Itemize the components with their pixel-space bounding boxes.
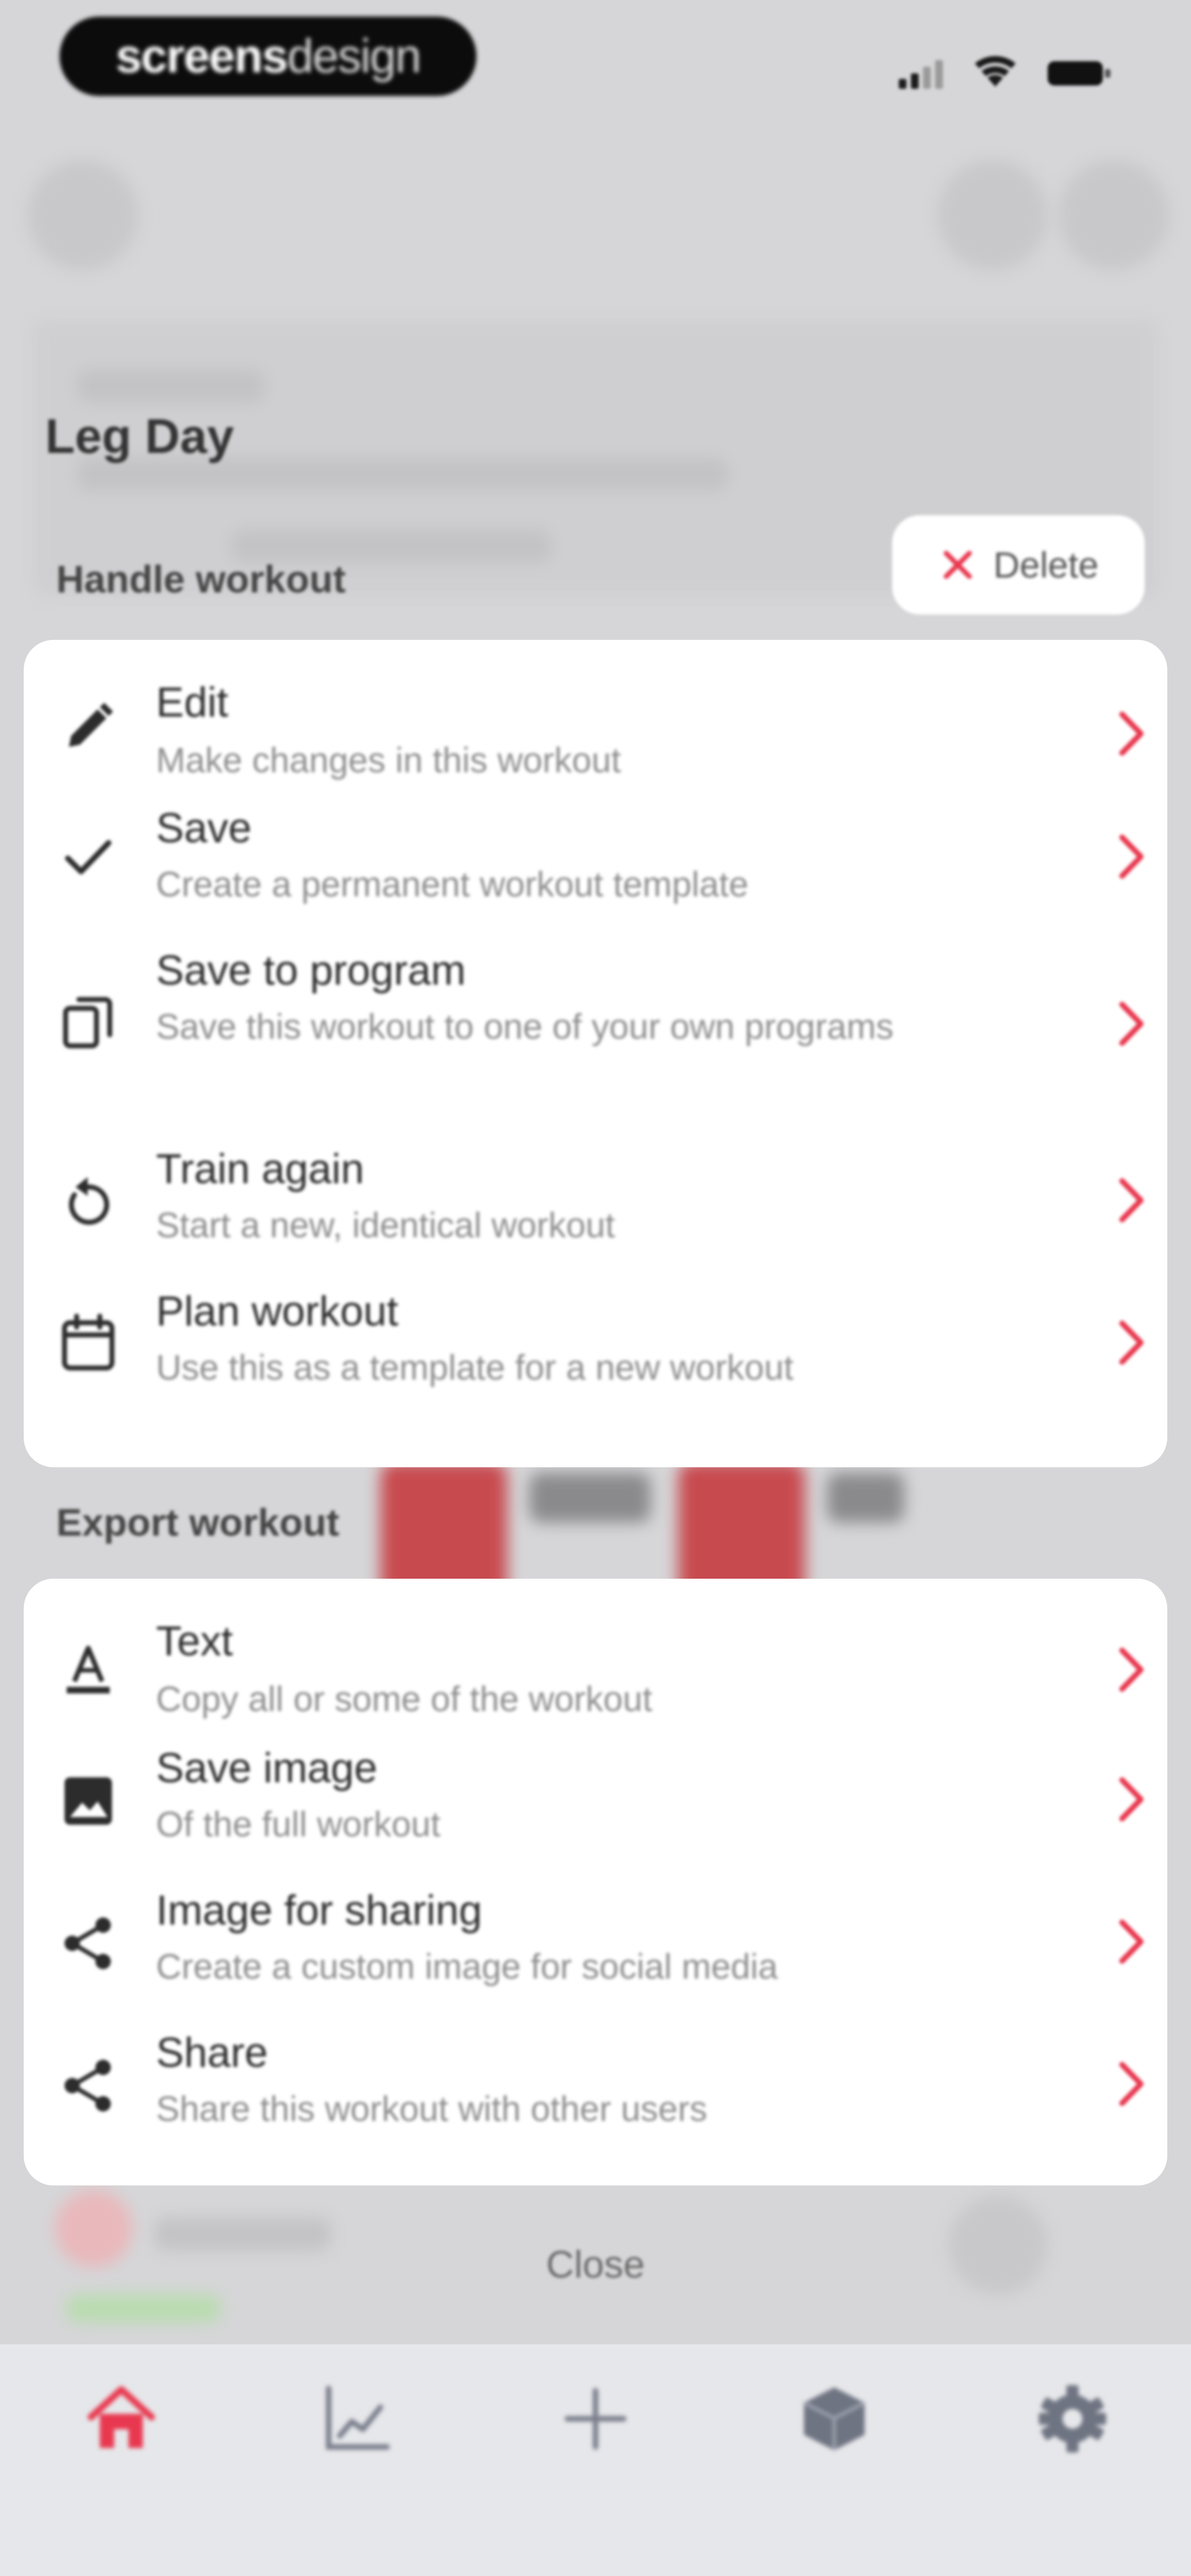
- chevron-right-icon: [1115, 1639, 1149, 1700]
- battery-icon: [1048, 61, 1110, 85]
- row-subtitle: Start a new, identical workout: [156, 1205, 615, 1245]
- edit-row[interactable]: Edit Make changes in this workout: [24, 640, 1167, 782]
- tab-exercises[interactable]: [793, 2377, 876, 2460]
- delete-button[interactable]: Delete: [892, 515, 1145, 614]
- wifi-icon: [975, 56, 1016, 87]
- export-section-label: Export workout: [56, 1501, 340, 1544]
- calendar-icon: [58, 1313, 119, 1373]
- share-icon: [58, 1913, 119, 1974]
- chevron-right-icon: [1115, 1911, 1149, 1972]
- pencil-icon: [58, 697, 119, 758]
- cube-icon: [803, 2387, 866, 2450]
- text-format-icon: [58, 1639, 119, 1700]
- row-title: Text: [156, 1618, 233, 1665]
- home-indicator-area: [0, 2540, 1191, 2576]
- close-icon: [943, 551, 972, 579]
- status-icons: [899, 52, 1119, 91]
- image-for-sharing-row[interactable]: Image for sharing Create a custom image …: [24, 1864, 1167, 2007]
- tab-settings[interactable]: [1031, 2377, 1114, 2460]
- row-subtitle: Create a custom image for social media: [156, 1947, 778, 1986]
- row-subtitle: Make changes in this workout: [156, 740, 621, 780]
- signal-icon: [899, 60, 943, 89]
- tab-statistics[interactable]: [315, 2377, 398, 2460]
- row-subtitle: Of the full workout: [156, 1804, 441, 1844]
- share-row[interactable]: Share Share this workout with other user…: [24, 2007, 1167, 2172]
- save-image-row[interactable]: Save image Of the full workout: [24, 1722, 1167, 1864]
- handle-workout-card: Edit Make changes in this workout Save C…: [24, 640, 1167, 1467]
- handle-section-label: Handle workout: [56, 558, 346, 601]
- close-button[interactable]: Close: [485, 2237, 706, 2292]
- chevron-right-icon: [1115, 1170, 1149, 1231]
- chevron-right-icon: [1115, 826, 1149, 887]
- row-subtitle: Share this workout with other users: [156, 2089, 707, 2129]
- row-title: Edit: [156, 679, 228, 726]
- export-workout-card: Text Copy all or some of the workout Sav…: [24, 1579, 1167, 2185]
- row-subtitle: Create a permanent workout template: [156, 864, 749, 904]
- row-title: Save to program: [156, 947, 466, 994]
- status-bar: screensdesign: [0, 0, 1191, 121]
- checkmark-icon: [58, 826, 119, 887]
- delete-label: Delete: [993, 544, 1099, 585]
- save-row[interactable]: Save Create a permanent workout template: [24, 782, 1167, 924]
- train-again-row[interactable]: Train again Start a new, identical worko…: [24, 1123, 1167, 1265]
- chevron-right-icon: [1115, 2054, 1149, 2114]
- tab-add[interactable]: [554, 2377, 637, 2460]
- row-title: Image for sharing: [156, 1887, 482, 1934]
- row-subtitle: Copy all or some of the workout: [156, 1679, 652, 1719]
- row-title: Train again: [156, 1146, 364, 1193]
- row-title: Save: [156, 805, 252, 852]
- gear-icon: [1039, 2385, 1106, 2452]
- plan-workout-row[interactable]: Plan workout Use this as a template for …: [24, 1265, 1167, 1431]
- row-title: Save image: [156, 1745, 378, 1792]
- row-subtitle: Save this workout to one of your own pro…: [156, 1007, 894, 1046]
- chart-icon: [326, 2386, 390, 2450]
- plus-icon: [565, 2388, 626, 2450]
- repeat-icon: [58, 1172, 119, 1232]
- copy-icon: [58, 992, 119, 1052]
- row-title: Plan workout: [156, 1288, 399, 1335]
- home-icon: [88, 2386, 155, 2448]
- sheet-title: Leg Day: [45, 409, 234, 463]
- brand-logo: screensdesign: [60, 17, 476, 96]
- chevron-right-icon: [1115, 1312, 1149, 1373]
- chevron-right-icon: [1115, 703, 1149, 764]
- chevron-right-icon: [1115, 993, 1149, 1054]
- row-title: Share: [156, 2029, 268, 2076]
- tab-home[interactable]: [80, 2377, 163, 2460]
- image-icon: [58, 1771, 119, 1831]
- save-to-program-row[interactable]: Save to program Save this workout to one…: [24, 924, 1167, 1123]
- share-icon: [58, 2055, 119, 2116]
- row-subtitle: Use this as a template for a new workout: [156, 1348, 794, 1387]
- chevron-right-icon: [1115, 1769, 1149, 1830]
- text-row[interactable]: Text Copy all or some of the workout: [24, 1579, 1167, 1722]
